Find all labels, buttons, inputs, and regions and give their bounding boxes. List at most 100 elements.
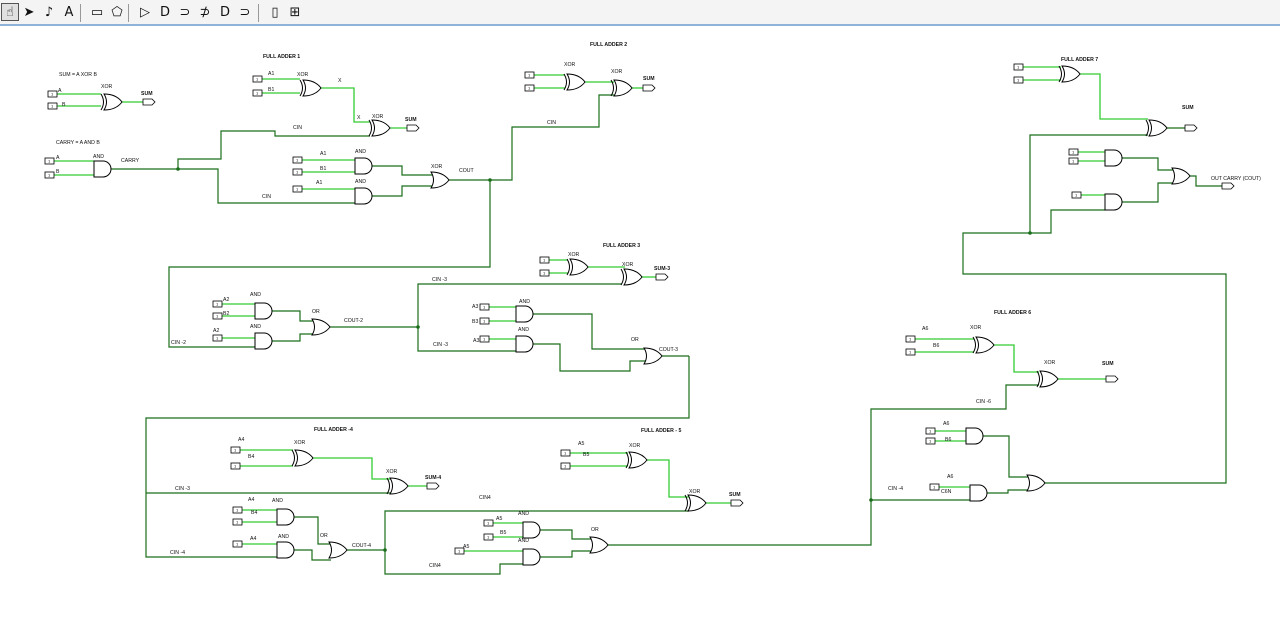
xor-gate[interactable]: [687, 494, 707, 512]
wire-on[interactable]: [1080, 73, 1148, 120]
nor-gate-button[interactable]: ⊃: [236, 3, 254, 21]
output-pin[interactable]: [730, 499, 744, 507]
or-gate[interactable]: [1171, 167, 1191, 185]
input-pin[interactable]: 1: [292, 156, 303, 164]
or-gate-button[interactable]: ⊃: [176, 3, 194, 21]
input-pin[interactable]: 1: [44, 171, 55, 179]
input-pin[interactable]: 1: [292, 168, 303, 176]
wire[interactable]: [145, 356, 690, 558]
input-pin[interactable]: 1: [252, 89, 263, 97]
input-pin[interactable]: 1: [539, 256, 550, 264]
splitter-button[interactable]: ⊞: [286, 3, 304, 21]
input-pin[interactable]: 1: [47, 90, 58, 98]
input-pin[interactable]: 1: [292, 185, 303, 193]
wire-on[interactable]: [313, 457, 391, 480]
and-gate[interactable]: [515, 335, 534, 353]
and-gate[interactable]: [354, 187, 373, 205]
input-pin[interactable]: 1: [252, 75, 263, 83]
and-gate[interactable]: [965, 427, 984, 445]
output-pin[interactable]: [142, 98, 156, 106]
and-gate[interactable]: [276, 508, 295, 526]
input-pin[interactable]: 1: [1013, 76, 1024, 84]
output-pin-button[interactable]: ⬠: [108, 3, 126, 21]
wire-on[interactable]: [647, 459, 689, 498]
xor-gate[interactable]: [1061, 65, 1081, 83]
wire[interactable]: [533, 343, 646, 372]
and-gate[interactable]: [254, 302, 273, 320]
wire[interactable]: [490, 94, 614, 181]
input-pin[interactable]: 1: [230, 446, 241, 454]
xor-gate[interactable]: [628, 451, 648, 469]
input-pin[interactable]: 1: [232, 540, 243, 548]
subcircuit-button[interactable]: ▯: [266, 3, 284, 21]
wiring-tool-button[interactable]: ♪: [40, 3, 58, 21]
xor-gate[interactable]: [371, 119, 391, 137]
and-gate[interactable]: [254, 332, 273, 350]
xor-gate[interactable]: [613, 79, 633, 97]
poke-tool-button[interactable]: ☝: [1, 3, 19, 21]
xor-gate[interactable]: [302, 79, 322, 97]
input-pin[interactable]: 1: [925, 437, 936, 445]
input-pin[interactable]: 1: [44, 157, 55, 165]
output-pin[interactable]: [406, 124, 420, 132]
or-gate[interactable]: [1026, 474, 1046, 492]
or-gate[interactable]: [589, 536, 609, 554]
and-gate[interactable]: [276, 541, 295, 559]
input-pin[interactable]: 1: [479, 317, 490, 325]
input-pin[interactable]: 1: [524, 71, 535, 79]
input-pin[interactable]: 1: [479, 303, 490, 311]
and-gate[interactable]: [93, 160, 112, 178]
input-pin[interactable]: 1: [230, 462, 241, 470]
wire[interactable]: [962, 232, 1227, 484]
input-pin[interactable]: 1: [212, 312, 223, 320]
input-pin[interactable]: 1: [479, 335, 490, 343]
wire[interactable]: [294, 549, 331, 561]
input-pin[interactable]: 1: [560, 449, 571, 457]
wire[interactable]: [372, 165, 432, 176]
xor-gate[interactable]: [623, 268, 643, 286]
wire[interactable]: [272, 310, 314, 322]
output-pin[interactable]: [1221, 182, 1235, 190]
and-gate[interactable]: [1104, 193, 1123, 211]
xor-gate[interactable]: [569, 258, 589, 276]
xor-gate[interactable]: [389, 477, 409, 495]
or-gate[interactable]: [328, 541, 348, 559]
not-gate-button[interactable]: ▷: [136, 3, 154, 21]
input-pin[interactable]: 1: [539, 269, 550, 277]
input-pin[interactable]: 1: [212, 300, 223, 308]
and-gate-button[interactable]: D: [156, 3, 174, 21]
xor-gate[interactable]: [103, 93, 123, 111]
wire[interactable]: [1029, 134, 1148, 233]
wire-on[interactable]: [321, 87, 370, 123]
input-pin[interactable]: 1: [524, 84, 535, 92]
xor-gate[interactable]: [1148, 119, 1168, 137]
and-gate[interactable]: [522, 521, 541, 539]
xor-gate[interactable]: [294, 449, 314, 467]
input-pin[interactable]: 1: [47, 102, 58, 110]
input-pin[interactable]: 1: [925, 427, 936, 435]
wire[interactable]: [294, 516, 331, 545]
input-pin[interactable]: 1: [905, 335, 916, 343]
wire[interactable]: [372, 185, 432, 197]
output-pin[interactable]: [1184, 124, 1198, 132]
wire[interactable]: [272, 333, 314, 342]
wire[interactable]: [608, 384, 1039, 546]
input-pin[interactable]: 1: [483, 519, 494, 527]
wire[interactable]: [1030, 209, 1105, 234]
text-tool-button[interactable]: A: [60, 3, 78, 21]
xor-gate[interactable]: [975, 336, 995, 354]
output-pin[interactable]: [655, 273, 669, 281]
wire[interactable]: [540, 529, 592, 540]
nand-gate-button[interactable]: D: [216, 3, 234, 21]
wire[interactable]: [168, 180, 491, 348]
wire-on[interactable]: [994, 344, 1039, 373]
output-pin[interactable]: [426, 482, 440, 490]
wire[interactable]: [1122, 182, 1174, 203]
select-tool-button[interactable]: ➤: [20, 3, 38, 21]
input-pin[interactable]: 1: [232, 506, 243, 514]
wire[interactable]: [540, 550, 592, 558]
wire[interactable]: [983, 435, 1029, 478]
input-pin[interactable]: 1: [1071, 191, 1082, 199]
and-gate[interactable]: [522, 548, 541, 566]
or-gate[interactable]: [311, 318, 331, 336]
